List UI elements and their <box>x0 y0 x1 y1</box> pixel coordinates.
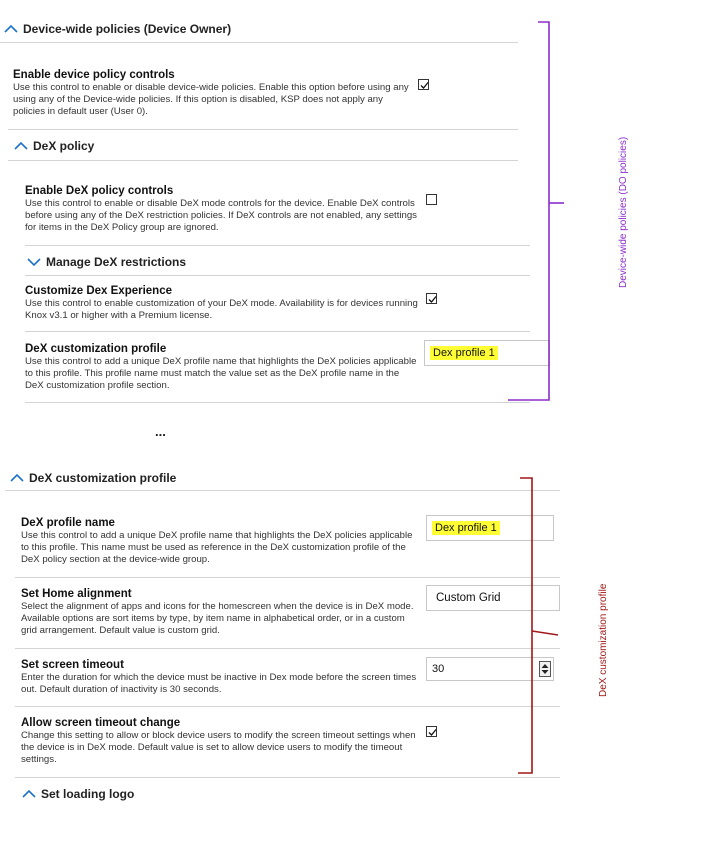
divider <box>25 245 530 246</box>
divider <box>15 777 560 778</box>
chevron-up-icon <box>21 788 37 800</box>
chevron-down-icon <box>26 256 42 268</box>
device-wide-annotation-label: Device-wide policies (DO policies) <box>618 136 629 288</box>
allow-timeout-change-title: Allow screen timeout change <box>21 717 181 729</box>
device-wide-header[interactable]: Device-wide policies (Device Owner) <box>3 22 231 36</box>
divider <box>25 275 530 276</box>
home-alignment-item: Set Home alignment Select the alignment … <box>21 587 421 637</box>
checkmark-icon <box>428 729 437 736</box>
manage-dex-restrictions-label: Manage DeX restrictions <box>46 255 187 269</box>
divider <box>8 129 518 130</box>
enable-dex-policy-item: Enable DeX policy controls Use this cont… <box>25 184 425 234</box>
manage-dex-restrictions-header[interactable]: Manage DeX restrictions <box>26 255 186 269</box>
dex-customization-profile-item: DeX customization profile Use this contr… <box>25 342 420 392</box>
screen-timeout-title: Set screen timeout <box>21 659 124 671</box>
ellipsis: ... <box>155 424 166 439</box>
divider <box>15 648 560 649</box>
chevron-up-icon <box>3 23 19 35</box>
divider <box>0 42 518 43</box>
customize-dex-title: Customize Dex Experience <box>25 285 173 297</box>
dex-customization-profile-value: Dex profile 1 <box>430 346 498 360</box>
dex-customization-profile-desc: Use this control to add a unique DeX pro… <box>25 356 417 391</box>
screen-timeout-value: 30 <box>432 663 445 675</box>
dex-customization-profile-header[interactable]: DeX customization profile <box>9 471 176 485</box>
set-loading-logo-label: Set loading logo <box>41 787 135 801</box>
dex-profile-annotation-label: DeX customization profile <box>598 583 609 697</box>
device-wide-header-label: Device-wide policies (Device Owner) <box>23 22 232 36</box>
enable-dex-policy-title: Enable DeX policy controls <box>25 185 174 197</box>
allow-timeout-change-item: Allow screen timeout change Change this … <box>21 716 421 766</box>
home-alignment-title: Set Home alignment <box>21 588 132 600</box>
enable-device-policy-desc: Use this control to enable or disable de… <box>13 82 409 117</box>
device-wide-bracket <box>508 21 564 401</box>
allow-timeout-change-checkbox[interactable] <box>426 726 437 737</box>
dex-profile-name-value: Dex profile 1 <box>432 521 500 535</box>
screen-timeout-desc: Enter the duration for which the device … <box>21 672 417 695</box>
customize-dex-checkbox[interactable] <box>426 293 437 304</box>
home-alignment-desc: Select the alignment of apps and icons f… <box>21 601 414 636</box>
divider <box>25 331 530 332</box>
enable-dex-policy-desc: Use this control to enable or disable De… <box>25 198 417 233</box>
divider <box>15 706 560 707</box>
dex-profile-bracket <box>518 477 559 774</box>
enable-dex-policy-checkbox[interactable] <box>426 194 437 205</box>
divider <box>8 160 518 161</box>
enable-device-policy-title: Enable device policy controls <box>13 69 175 81</box>
dex-profile-name-title: DeX profile name <box>21 517 115 529</box>
dex-policy-header-label: DeX policy <box>33 139 95 153</box>
set-loading-logo-header[interactable]: Set loading logo <box>21 787 134 801</box>
checkmark-icon <box>420 82 429 89</box>
dex-policy-header[interactable]: DeX policy <box>13 139 94 153</box>
dex-profile-name-item: DeX profile name Use this control to add… <box>21 516 421 566</box>
dex-customization-profile-title: DeX customization profile <box>25 343 167 355</box>
dex-customization-profile-header-label: DeX customization profile <box>29 471 177 485</box>
dex-profile-name-desc: Use this control to add a unique DeX pro… <box>21 530 413 565</box>
customize-dex-desc: Use this control to enable customization… <box>25 298 418 321</box>
divider <box>15 577 560 578</box>
screen-timeout-item: Set screen timeout Enter the duration fo… <box>21 658 421 696</box>
enable-device-policy-item: Enable device policy controls Use this c… <box>13 68 413 118</box>
allow-timeout-change-desc: Change this setting to allow or block de… <box>21 730 416 765</box>
chevron-up-icon <box>13 140 29 152</box>
customize-dex-item: Customize Dex Experience Use this contro… <box>25 284 425 322</box>
enable-device-policy-checkbox[interactable] <box>418 79 429 90</box>
chevron-up-icon <box>9 472 25 484</box>
divider <box>5 490 560 491</box>
home-alignment-value: Custom Grid <box>436 592 501 604</box>
divider <box>25 402 530 403</box>
checkmark-icon <box>428 296 437 303</box>
